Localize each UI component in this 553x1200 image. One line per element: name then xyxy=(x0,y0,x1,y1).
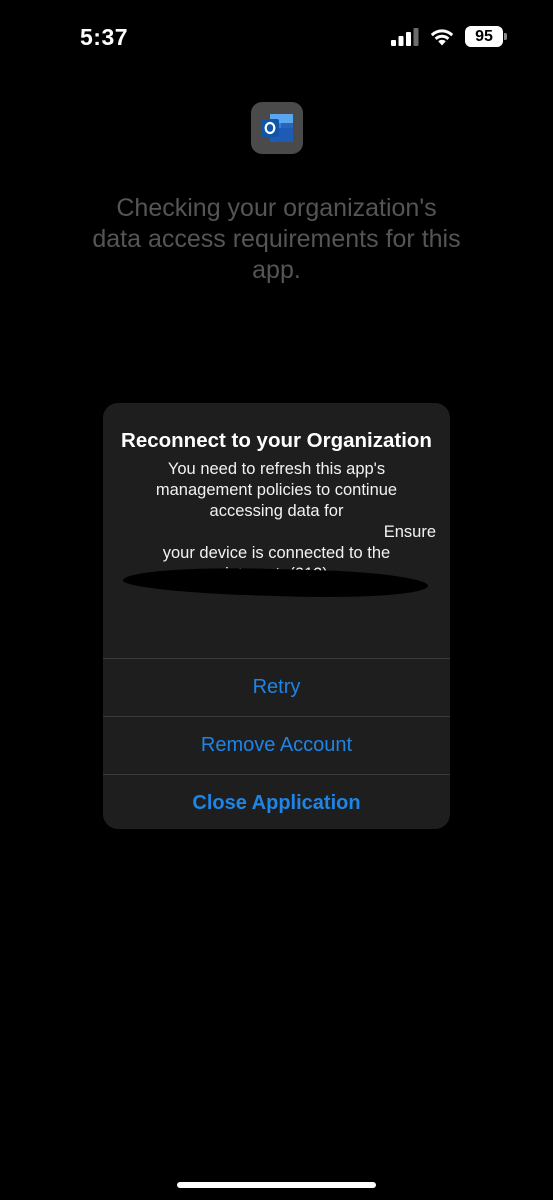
signal-icon xyxy=(391,27,419,46)
battery-icon: 95 xyxy=(465,26,507,47)
remove-account-button[interactable]: Remove Account xyxy=(103,716,450,774)
alert-actions: Retry Remove Account Close Application xyxy=(103,658,450,829)
wifi-icon xyxy=(430,29,454,46)
alert-content: Reconnect to your Organization You need … xyxy=(117,427,436,600)
alert-title: Reconnect to your Organization xyxy=(121,429,432,452)
battery-tip xyxy=(504,33,507,40)
battery-level: 95 xyxy=(465,26,503,47)
alert-message: You need to refresh this app's managemen… xyxy=(117,459,436,585)
outlook-icon xyxy=(251,102,303,154)
status-bar: 5:37 95 xyxy=(0,0,553,76)
close-application-button[interactable]: Close Application xyxy=(103,774,450,829)
status-time: 5:37 xyxy=(80,24,129,50)
alert-message-line1: You need to refresh this app's managemen… xyxy=(155,460,398,520)
checking-message: Checking your organization's data access… xyxy=(92,194,461,284)
home-indicator[interactable] xyxy=(177,1182,376,1188)
outlook-logo xyxy=(261,114,293,142)
reconnect-alert: Reconnect to your Organization You need … xyxy=(103,403,450,829)
status-icons: 95 xyxy=(391,26,507,47)
alert-message-line2: Ensure xyxy=(383,523,436,541)
retry-button[interactable]: Retry xyxy=(103,658,450,716)
